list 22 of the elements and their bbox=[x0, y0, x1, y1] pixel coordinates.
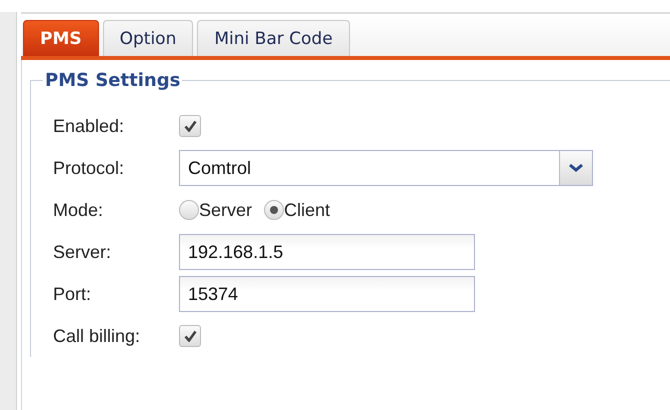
tab[interactable]: Option bbox=[102, 20, 194, 56]
tab[interactable]: PMS bbox=[23, 20, 99, 56]
field-label: Protocol: bbox=[53, 158, 126, 178]
radio-button[interactable] bbox=[179, 200, 199, 220]
input-field[interactable]: 192.168.1.5 bbox=[179, 234, 475, 270]
chevron-down-icon bbox=[569, 163, 583, 173]
field-label: Server: bbox=[53, 242, 112, 262]
field-label: Call billing: bbox=[53, 326, 142, 346]
checkmark-icon bbox=[184, 120, 196, 132]
protocol-dropdown[interactable]: Comtrol bbox=[179, 150, 593, 186]
input-field[interactable]: 15374 bbox=[179, 276, 475, 312]
checkmark-icon bbox=[184, 330, 196, 342]
radio-label: Client bbox=[284, 200, 330, 220]
radio-label: Server bbox=[199, 200, 252, 220]
field-label: Enabled: bbox=[53, 116, 126, 136]
section-title: PMS Settings bbox=[44, 70, 182, 91]
radio-button[interactable] bbox=[264, 200, 284, 220]
field-label: Mode: bbox=[53, 200, 104, 220]
field-label: Port: bbox=[53, 284, 92, 304]
checkbox[interactable] bbox=[179, 115, 201, 137]
tab[interactable]: Mini Bar Code bbox=[197, 20, 350, 56]
checkbox[interactable] bbox=[179, 325, 201, 347]
